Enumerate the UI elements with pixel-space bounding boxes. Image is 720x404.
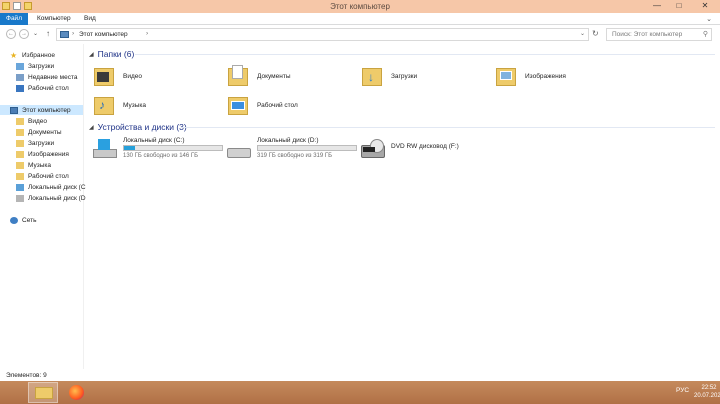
- explorer-taskbar-button[interactable]: [28, 382, 58, 403]
- refresh-icon[interactable]: ↻: [592, 29, 599, 38]
- drive-name: DVD RW дисковод (F:): [391, 143, 459, 150]
- breadcrumb[interactable]: Этот компьютер: [79, 31, 128, 38]
- sidebar-item-recent[interactable]: Недавние места: [16, 72, 78, 82]
- dvd-drive-icon: [361, 139, 385, 161]
- folder-item-videos[interactable]: Видео: [93, 62, 142, 90]
- recent-dropdown-icon[interactable]: ⌄: [33, 30, 38, 37]
- close-button[interactable]: ✕: [690, 0, 720, 13]
- music-folder-icon: [16, 161, 24, 169]
- clock[interactable]: 22:52 20.07.2023: [694, 384, 720, 400]
- recent-places-icon: [16, 73, 24, 81]
- maximize-button[interactable]: □: [668, 0, 690, 13]
- sidebar-item-videos[interactable]: Видео: [16, 116, 47, 126]
- drive-name: Локальный диск (C:): [123, 137, 185, 144]
- sidebar-item-drive-d[interactable]: Локальный диск (D: [16, 193, 86, 203]
- desktop-icon: [16, 84, 24, 92]
- windows-drive-icon: [16, 183, 24, 191]
- window-title: Этот компьютер: [330, 2, 390, 11]
- sidebar-item-favorites[interactable]: ★ Избранное: [10, 50, 55, 60]
- content-pane: ◢ Папки (6) Видео Документы ↓ Загрузки И…: [85, 44, 720, 369]
- group-divider: [135, 54, 715, 55]
- folder-item-documents[interactable]: Документы: [227, 62, 291, 90]
- hard-drive-icon: [16, 194, 24, 202]
- search-icon[interactable]: ⚲: [703, 30, 708, 38]
- clock-time: 22:52: [701, 385, 717, 391]
- tab-view[interactable]: Вид: [78, 13, 102, 25]
- collapse-icon[interactable]: ◢: [89, 51, 94, 58]
- navigation-pane: ★ Избранное Загрузки Недавние места Рабо…: [0, 44, 86, 369]
- address-bar[interactable]: › Этот компьютер › ⌄: [56, 28, 589, 41]
- search-placeholder: Поиск: Этот компьютер: [612, 31, 683, 38]
- firefox-icon: [69, 385, 84, 400]
- status-bar: Элементов: 9: [0, 370, 720, 381]
- drive-name: Локальный диск (D:): [257, 137, 319, 144]
- drive-usage-bar: [257, 145, 357, 151]
- documents-folder-icon: [227, 64, 251, 88]
- forward-button[interactable]: →: [19, 29, 29, 39]
- folder-icon: [35, 387, 53, 399]
- expand-ribbon-icon[interactable]: ⌄: [706, 15, 712, 23]
- downloads-folder-icon: ↓: [361, 64, 385, 88]
- item-count: Элементов: 9: [6, 372, 47, 379]
- tab-computer[interactable]: Компьютер: [31, 13, 77, 25]
- folder-item-downloads[interactable]: ↓ Загрузки: [361, 62, 417, 90]
- back-button[interactable]: ←: [6, 29, 16, 39]
- sidebar-item-drive-c[interactable]: Локальный диск (C: [16, 182, 86, 192]
- clock-date: 20.07.2023: [694, 393, 720, 399]
- title-bar: Этот компьютер — □ ✕: [0, 0, 720, 13]
- pictures-folder-icon: [495, 64, 519, 88]
- sidebar-item-network[interactable]: Сеть: [10, 215, 36, 225]
- tab-file[interactable]: Файл: [0, 13, 28, 25]
- group-header-folders[interactable]: ◢ Папки (6): [89, 49, 134, 59]
- sidebar-item-music[interactable]: Музыка: [16, 160, 51, 170]
- star-icon: ★: [10, 50, 18, 60]
- group-header-drives[interactable]: ◢ Устройства и диски (3): [89, 122, 187, 132]
- sidebar-item-this-pc[interactable]: Этот компьютер: [0, 105, 83, 115]
- taskbar: РУС 22:52 20.07.2023: [0, 381, 720, 404]
- drive-item-c[interactable]: Локальный диск (C:) 130 ГБ свободно из 1…: [93, 136, 228, 166]
- downloads-icon: [16, 62, 24, 70]
- downloads-folder-icon: [16, 139, 24, 147]
- group-divider: [181, 127, 715, 128]
- drive-item-d[interactable]: Локальный диск (D:) 319 ГБ свободно из 3…: [227, 136, 362, 166]
- network-icon: [10, 216, 18, 224]
- music-folder-icon: ♪: [93, 93, 117, 117]
- desktop-folder-icon: [227, 93, 251, 117]
- sidebar-item-pictures[interactable]: Изображения: [16, 149, 69, 159]
- folder-item-music[interactable]: ♪ Музыка: [93, 91, 146, 119]
- breadcrumb-separator-icon[interactable]: ›: [146, 30, 148, 37]
- drive-free-space: 130 ГБ свободно из 146 ГБ: [123, 153, 199, 159]
- drive-usage-bar: [123, 145, 223, 151]
- video-folder-icon: [16, 117, 24, 125]
- sidebar-item-downloads[interactable]: Загрузки: [16, 61, 54, 71]
- sidebar-item-downloads-pc[interactable]: Загрузки: [16, 138, 54, 148]
- language-indicator[interactable]: РУС: [676, 387, 689, 394]
- minimize-button[interactable]: —: [646, 0, 668, 13]
- sidebar-item-desktop[interactable]: Рабочий стол: [16, 83, 69, 93]
- computer-icon: [60, 31, 69, 38]
- sidebar-item-desktop-pc[interactable]: Рабочий стол: [16, 171, 69, 181]
- navigation-bar: ← → ⌄ ↑ › Этот компьютер › ⌄ ↻ Поиск: Эт…: [0, 26, 720, 43]
- desktop-folder-icon: [16, 172, 24, 180]
- search-input[interactable]: Поиск: Этот компьютер ⚲: [606, 28, 712, 41]
- collapse-icon[interactable]: ◢: [89, 124, 94, 131]
- drive-item-dvd[interactable]: DVD RW дисковод (F:): [361, 136, 496, 166]
- ribbon-tabs: Файл Компьютер Вид ⌄: [0, 13, 720, 25]
- windows-drive-icon: [93, 139, 117, 161]
- folder-item-pictures[interactable]: Изображения: [495, 62, 566, 90]
- sidebar-item-documents[interactable]: Документы: [16, 127, 62, 137]
- hard-drive-icon: [227, 139, 251, 161]
- computer-icon: [10, 106, 18, 114]
- pictures-folder-icon: [16, 150, 24, 158]
- drive-free-space: 319 ГБ свободно из 319 ГБ: [257, 153, 333, 159]
- up-button[interactable]: ↑: [46, 29, 50, 38]
- address-dropdown-icon[interactable]: ⌄: [580, 30, 585, 37]
- folder-item-desktop[interactable]: Рабочий стол: [227, 91, 298, 119]
- documents-folder-icon: [16, 128, 24, 136]
- video-folder-icon: [93, 64, 117, 88]
- breadcrumb-separator-icon[interactable]: ›: [72, 30, 74, 37]
- firefox-taskbar-button[interactable]: [62, 382, 92, 403]
